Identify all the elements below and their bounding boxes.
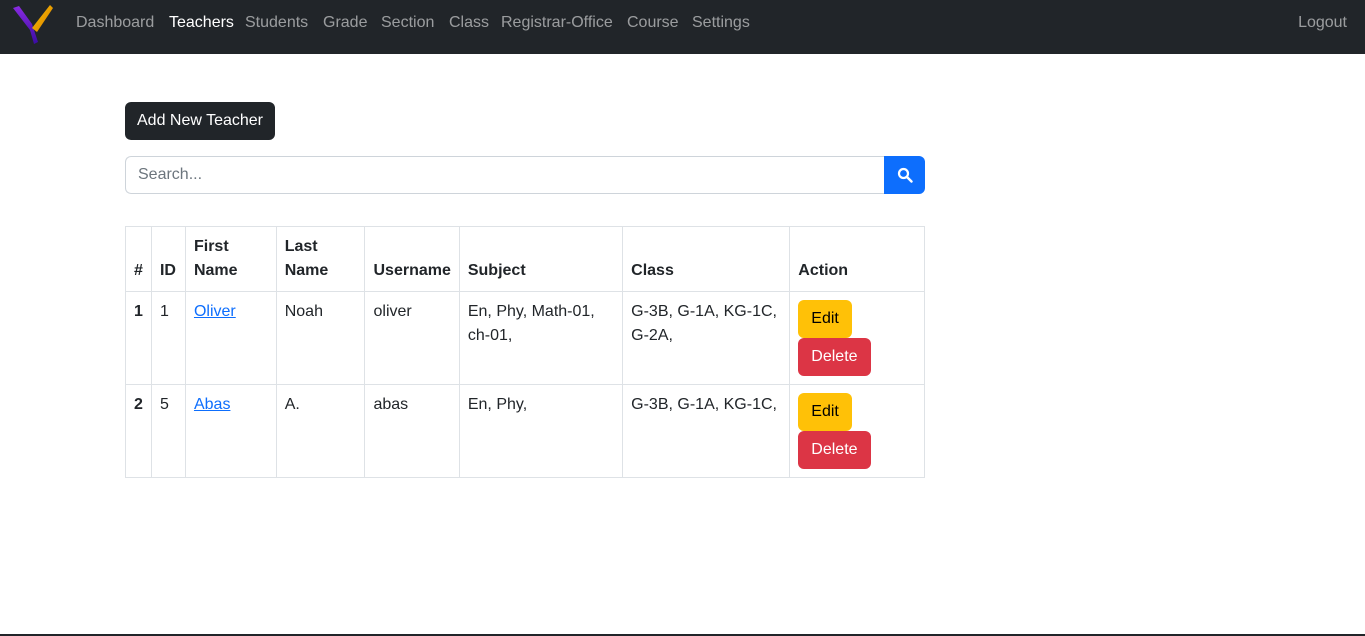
row-last-name: Noah <box>275 291 366 385</box>
nav-grade[interactable]: Grade <box>323 13 367 33</box>
row-username: oliver <box>364 291 460 385</box>
nav-class[interactable]: Class <box>449 13 489 33</box>
top-navbar: Dashboard Teachers Students Grade Sectio… <box>0 0 1365 54</box>
header-username: Username <box>364 226 460 292</box>
nav-section[interactable]: Section <box>381 13 434 33</box>
search-button[interactable] <box>884 156 925 194</box>
row-id: 1 <box>150 291 186 385</box>
header-index: # <box>125 226 152 292</box>
header-class: Class <box>622 226 791 292</box>
logo-icon[interactable] <box>10 2 56 46</box>
header-last-name: Last Name <box>275 226 366 292</box>
row-last-name: A. <box>275 384 366 478</box>
logout-link[interactable]: Logout <box>1298 13 1347 33</box>
edit-button[interactable]: Edit <box>798 300 852 338</box>
nav-teachers[interactable]: Teachers <box>169 13 234 33</box>
row-id: 5 <box>150 384 186 478</box>
nav-settings[interactable]: Settings <box>692 13 750 33</box>
delete-button[interactable]: Delete <box>798 431 871 469</box>
teachers-table: # ID First Name Last Name Username Subje… <box>125 226 925 478</box>
delete-button[interactable]: Delete <box>798 338 871 376</box>
row-class: G-3B, G-1A, KG-1C, <box>622 384 791 478</box>
search-input[interactable] <box>125 156 885 194</box>
header-subject: Subject <box>458 226 624 292</box>
search-bar <box>125 156 925 194</box>
nav-registrar-office[interactable]: Registrar-Office <box>501 13 613 33</box>
row-actions: Edit Delete <box>789 384 925 478</box>
row-first-name: Oliver <box>184 291 277 385</box>
table-row: 1 1 Oliver Noah oliver En, Phy, Math-01,… <box>125 291 925 385</box>
row-first-name: Abas <box>184 384 277 478</box>
row-username: abas <box>364 384 460 478</box>
edit-button[interactable]: Edit <box>798 393 852 431</box>
search-icon <box>897 167 913 183</box>
table-row: 2 5 Abas A. abas En, Phy, G-3B, G-1A, KG… <box>125 384 925 478</box>
header-first-name: First Name <box>184 226 277 292</box>
row-index: 2 <box>125 384 152 478</box>
header-id: ID <box>150 226 186 292</box>
nav-dashboard[interactable]: Dashboard <box>76 13 154 33</box>
nav-course[interactable]: Course <box>627 13 679 33</box>
nav-students[interactable]: Students <box>245 13 308 33</box>
row-subject: En, Phy, <box>458 384 624 478</box>
header-action: Action <box>789 226 925 292</box>
table-header-row: # ID First Name Last Name Username Subje… <box>125 226 925 292</box>
row-index: 1 <box>125 291 152 385</box>
teacher-name-link[interactable]: Abas <box>194 396 230 413</box>
row-class: G-3B, G-1A, KG-1C, G-2A, <box>622 291 791 385</box>
row-subject: En, Phy, Math-01, ch-01, <box>458 291 624 385</box>
add-teacher-button[interactable]: Add New Teacher <box>125 102 275 140</box>
teacher-name-link[interactable]: Oliver <box>194 303 236 320</box>
row-actions: Edit Delete <box>789 291 925 385</box>
